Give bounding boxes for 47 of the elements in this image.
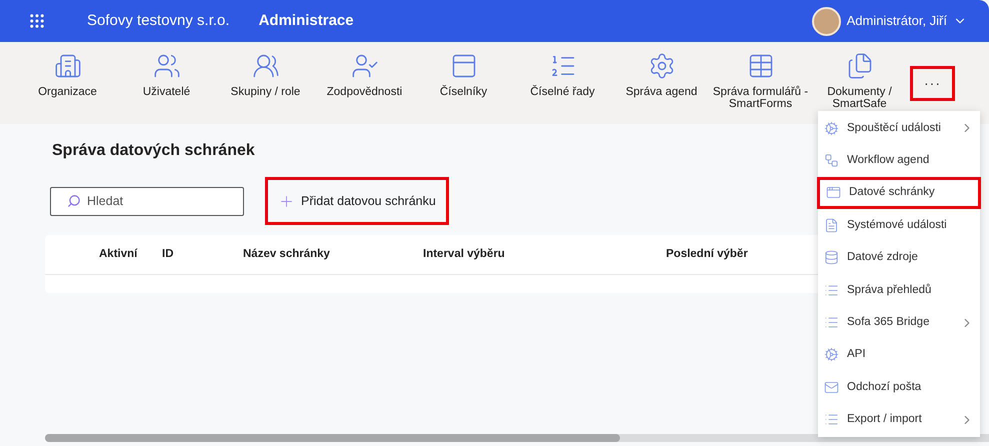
- toolbar-item[interactable]: Organizace: [18, 42, 117, 98]
- column-header[interactable]: Interval výběru: [423, 248, 505, 260]
- avatar[interactable]: [812, 6, 841, 36]
- column-header[interactable]: ID: [162, 248, 174, 260]
- search-field[interactable]: Hledat: [50, 186, 244, 216]
- search-icon: [67, 194, 81, 208]
- scrollbar-thumb[interactable]: [45, 434, 620, 442]
- toolbar-item[interactable]: Uživatelé: [117, 42, 216, 98]
- app-launcher-icon[interactable]: [28, 12, 46, 30]
- add-button[interactable]: Přidat datovou schránku: [265, 177, 449, 225]
- toolbar-item[interactable]: Zodpovědnosti: [315, 42, 414, 98]
- menu-item[interactable]: Správa přehledů: [818, 274, 980, 306]
- column-header[interactable]: Poslední výběr: [666, 248, 748, 260]
- toolbar-item[interactable]: Číselné řady: [513, 42, 612, 98]
- toolbar-item[interactable]: Správa formulářů - SmartForms: [711, 42, 810, 110]
- menu-item[interactable]: Export / import: [818, 404, 980, 436]
- building-icon: [54, 52, 82, 80]
- toolbar-item[interactable]: Dokumenty / SmartSafe: [810, 42, 909, 110]
- gear-icon: [824, 120, 839, 136]
- menu-item[interactable]: Workflow agend: [818, 144, 980, 177]
- users-icon: [152, 52, 180, 80]
- toolbar-item[interactable]: Skupiny / role: [216, 42, 315, 98]
- toolbar-item[interactable]: Číselníky: [414, 42, 513, 98]
- section-title: Administrace: [258, 10, 354, 31]
- menu-item[interactable]: Systémové události: [818, 209, 980, 242]
- mail-icon: [824, 380, 839, 395]
- menu-item[interactable]: Sofa 365 Bridge: [818, 306, 980, 339]
- menu-item[interactable]: Spouštěcí události: [818, 112, 980, 144]
- database-icon: [824, 250, 839, 266]
- column-header[interactable]: Aktivní: [99, 248, 138, 260]
- column-header[interactable]: Název schránky: [243, 248, 330, 260]
- menu-item[interactable]: Datové schránky: [817, 176, 981, 210]
- company-name: Sofovy testovny s.r.o.: [87, 10, 230, 31]
- toolbar-item[interactable]: Správa agend: [612, 42, 711, 98]
- window-icon: [826, 185, 841, 200]
- workflow-icon: [824, 153, 839, 168]
- menu-item[interactable]: API: [818, 338, 980, 372]
- log-file-icon: [824, 218, 839, 233]
- gear-icon: [824, 347, 839, 362]
- more-button[interactable]: ···: [910, 66, 955, 101]
- user-name[interactable]: Administrátor, Jiří: [846, 11, 947, 31]
- search-input[interactable]: Hledat: [87, 192, 227, 210]
- group-icon: [252, 52, 280, 80]
- menu-item[interactable]: Datové zdroje: [818, 242, 980, 274]
- page-title: Správa datových schránek: [52, 141, 255, 161]
- user-check-icon: [350, 52, 378, 80]
- menu-item[interactable]: Odchozí pošta: [818, 371, 980, 404]
